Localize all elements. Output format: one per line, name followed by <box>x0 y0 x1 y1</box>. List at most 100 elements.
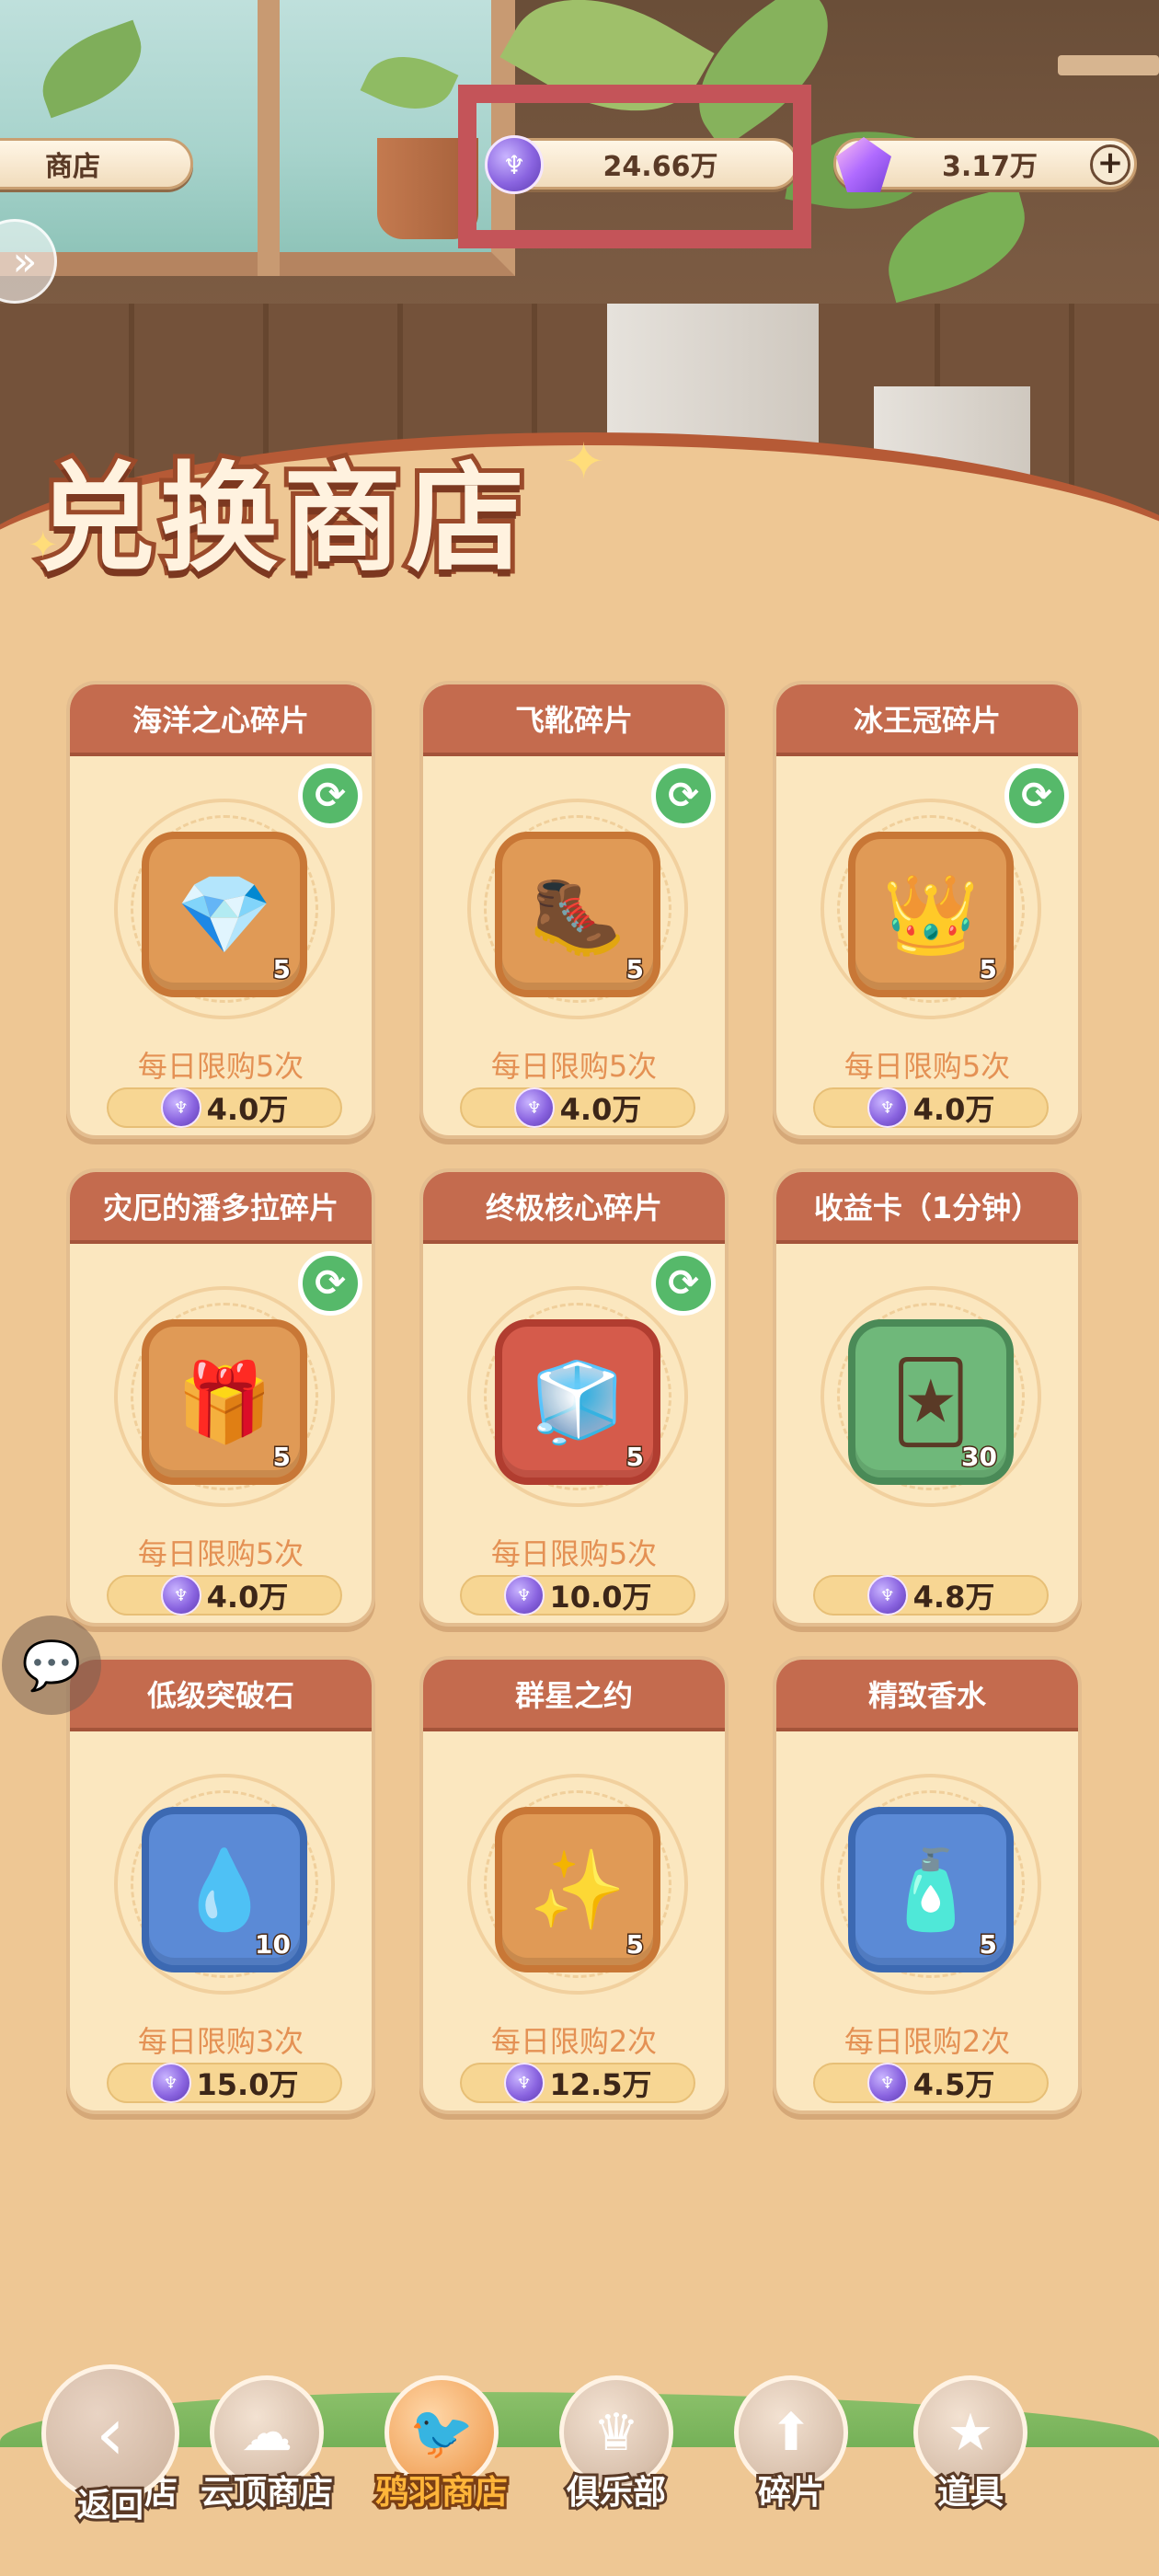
shop-item-card[interactable]: 低级突破石 💧 10 每日限购3次 ♆ 15.0万 <box>66 1656 375 2114</box>
item-name: 灾厄的潘多拉碎片 <box>70 1172 372 1244</box>
refresh-icon[interactable]: ⟳ <box>651 1251 716 1316</box>
raven-coin-icon: ♆ <box>503 1575 545 1616</box>
sparkle-icon: ✦ <box>563 432 605 490</box>
refresh-icon[interactable]: ⟳ <box>651 764 716 828</box>
nav-tab-label: 碎片 <box>755 2471 827 2514</box>
buy-button[interactable]: ♆ 12.5万 <box>460 2063 695 2103</box>
item-name: 收益卡（1分钟） <box>776 1172 1078 1244</box>
item-count: 30 <box>960 1441 999 1474</box>
back-button[interactable]: ‹ 返回 <box>37 2364 184 2527</box>
shelf-illustration <box>1058 55 1159 75</box>
item-count: 5 <box>271 953 293 986</box>
shop-item-card[interactable]: 灾厄的潘多拉碎片 🎁 5 ⟳ 每日限购5次 ♆ 4.0万 <box>66 1168 375 1627</box>
perfume-bottle-icon: 🧴 5 <box>848 1807 1014 1972</box>
buy-button[interactable]: ♆ 4.8万 <box>813 1575 1049 1616</box>
item-price: 12.5万 <box>549 2067 652 2102</box>
purchase-limit: 每日限购5次 <box>490 1536 658 1571</box>
item-count: 5 <box>625 953 646 986</box>
nav-tab[interactable]: ⬆ 碎片 <box>717 2375 865 2514</box>
item-count: 10 <box>254 1928 293 1961</box>
nav-tab[interactable]: ☁ 云顶商店 <box>193 2375 340 2514</box>
buy-button[interactable]: ♆ 15.0万 <box>107 2063 342 2103</box>
purchase-limit: 每日限购5次 <box>137 1536 304 1571</box>
buy-button[interactable]: ♆ 10.0万 <box>460 1575 695 1616</box>
shop-tab-pill[interactable]: 商店 <box>0 138 193 190</box>
refresh-icon[interactable]: ⟳ <box>298 764 362 828</box>
item-price: 15.0万 <box>196 2067 299 2102</box>
nav-tab-label: 鸦羽商店 <box>373 2471 511 2514</box>
sparkle-icon: ✦ <box>28 524 59 567</box>
star-dreamcatcher-icon: ✨ 5 <box>495 1807 660 1972</box>
nav-tab[interactable]: ★ 道具 <box>897 2375 1044 2514</box>
item-name: 终极核心碎片 <box>423 1172 725 1244</box>
ice-crown-icon: 👑 5 <box>848 832 1014 997</box>
purchase-limit: 每日限购2次 <box>490 2024 658 2059</box>
pandora-box-icon: 🎁 5 <box>142 1319 307 1485</box>
shop-item-card[interactable]: 精致香水 🧴 5 每日限购2次 ♆ 4.5万 <box>773 1656 1082 2114</box>
item-count: 5 <box>271 1441 293 1474</box>
buy-button[interactable]: ♆ 4.0万 <box>107 1575 342 1616</box>
ultimate-core-icon: 🧊 5 <box>495 1319 660 1485</box>
item-name: 低级突破石 <box>70 1660 372 1731</box>
refresh-icon[interactable]: ⟳ <box>1004 764 1069 828</box>
raven-coin-icon: ♆ <box>866 2063 908 2103</box>
boots-icon: 🥾 5 <box>495 832 660 997</box>
buy-button[interactable]: ♆ 4.0万 <box>107 1087 342 1128</box>
shop-item-card[interactable]: 群星之约 ✨ 5 每日限购2次 ♆ 12.5万 <box>419 1656 729 2114</box>
raven-coin-icon: ♆ <box>160 1087 201 1128</box>
item-count: 5 <box>625 1441 646 1474</box>
breakthrough-stone-icon: 💧 10 <box>142 1807 307 1972</box>
refresh-icon[interactable]: ⟳ <box>298 1251 362 1316</box>
raven-coin-icon: ♆ <box>513 1087 555 1128</box>
shop-item-card[interactable]: 冰王冠碎片 👑 5 ⟳ 每日限购5次 ♆ 4.0万 <box>773 681 1082 1139</box>
buy-button[interactable]: ♆ 4.5万 <box>813 2063 1049 2103</box>
item-name: 群星之约 <box>423 1660 725 1731</box>
item-price: 10.0万 <box>549 1580 652 1615</box>
purchase-limit: 每日限购5次 <box>843 1049 1011 1084</box>
heart-gem-icon: 💎 5 <box>142 832 307 997</box>
add-gems-button[interactable]: + <box>1090 144 1130 185</box>
item-name: 飞靴碎片 <box>423 684 725 756</box>
back-label: 返回 <box>75 2484 146 2527</box>
item-price: 4.0万 <box>206 1092 289 1127</box>
raven-coin-icon: ♆ <box>503 2063 545 2103</box>
item-count: 5 <box>978 953 999 986</box>
buy-button[interactable]: ♆ 4.0万 <box>813 1087 1049 1128</box>
shop-item-card[interactable]: 海洋之心碎片 💎 5 ⟳ 每日限购5次 ♆ 4.0万 <box>66 681 375 1139</box>
page-title: 兑换商店 <box>32 445 531 592</box>
item-price: 4.0万 <box>559 1092 642 1127</box>
raven-coin-icon: ♆ <box>866 1575 908 1616</box>
item-name: 海洋之心碎片 <box>70 684 372 756</box>
buy-button[interactable]: ♆ 4.0万 <box>460 1087 695 1128</box>
item-price: 4.8万 <box>912 1580 995 1615</box>
gem-balance[interactable]: 3.17万 + <box>833 137 1137 192</box>
shop-item-card[interactable]: 终极核心碎片 🧊 5 ⟳ 每日限购5次 ♆ 10.0万 <box>419 1168 729 1627</box>
shop-tab-label: 商店 <box>45 151 100 183</box>
purchase-limit: 每日限购5次 <box>490 1049 658 1084</box>
chat-icon[interactable]: 💬 <box>2 1616 101 1715</box>
raven-coin-icon: ♆ <box>150 2063 191 2103</box>
raven-coin-icon: ♆ <box>866 1087 908 1128</box>
purchase-limit: 每日限购5次 <box>137 1049 304 1084</box>
raven-coin-icon: ♆ <box>485 135 544 194</box>
nav-tab[interactable]: 🐦 鸦羽商店 <box>368 2375 515 2514</box>
bottom-nav: 🏪店☁云顶商店🐦鸦羽商店♛俱乐部⬆碎片★道具 ‹ 返回 <box>0 2355 1159 2576</box>
leaf-illustration <box>875 184 1039 304</box>
gem-value: 3.17万 <box>941 151 1039 183</box>
plant-pot-illustration <box>377 138 478 239</box>
item-price: 4.0万 <box>912 1092 995 1127</box>
raven-coin-value: 24.66万 <box>602 151 718 183</box>
item-name: 冰王冠碎片 <box>776 684 1078 756</box>
shop-item-card[interactable]: 飞靴碎片 🥾 5 ⟳ 每日限购5次 ♆ 4.0万 <box>419 681 729 1139</box>
purchase-limit: 每日限购3次 <box>137 2024 304 2059</box>
income-card-icon: 🃏 30 <box>848 1319 1014 1485</box>
nav-tab-label: 道具 <box>935 2471 1006 2514</box>
purchase-limit: 每日限购2次 <box>843 2024 1011 2059</box>
item-price: 4.0万 <box>206 1580 289 1615</box>
leaf-illustration <box>499 0 715 149</box>
raven-coin-balance[interactable]: ♆ 24.66万 <box>485 135 798 194</box>
nav-tab[interactable]: ♛ 俱乐部 <box>543 2375 690 2514</box>
shop-item-card[interactable]: 收益卡（1分钟） 🃏 30 ♆ 4.8万 <box>773 1168 1082 1627</box>
gem-icon <box>836 137 891 192</box>
nav-tab-label: 云顶商店 <box>198 2471 336 2514</box>
